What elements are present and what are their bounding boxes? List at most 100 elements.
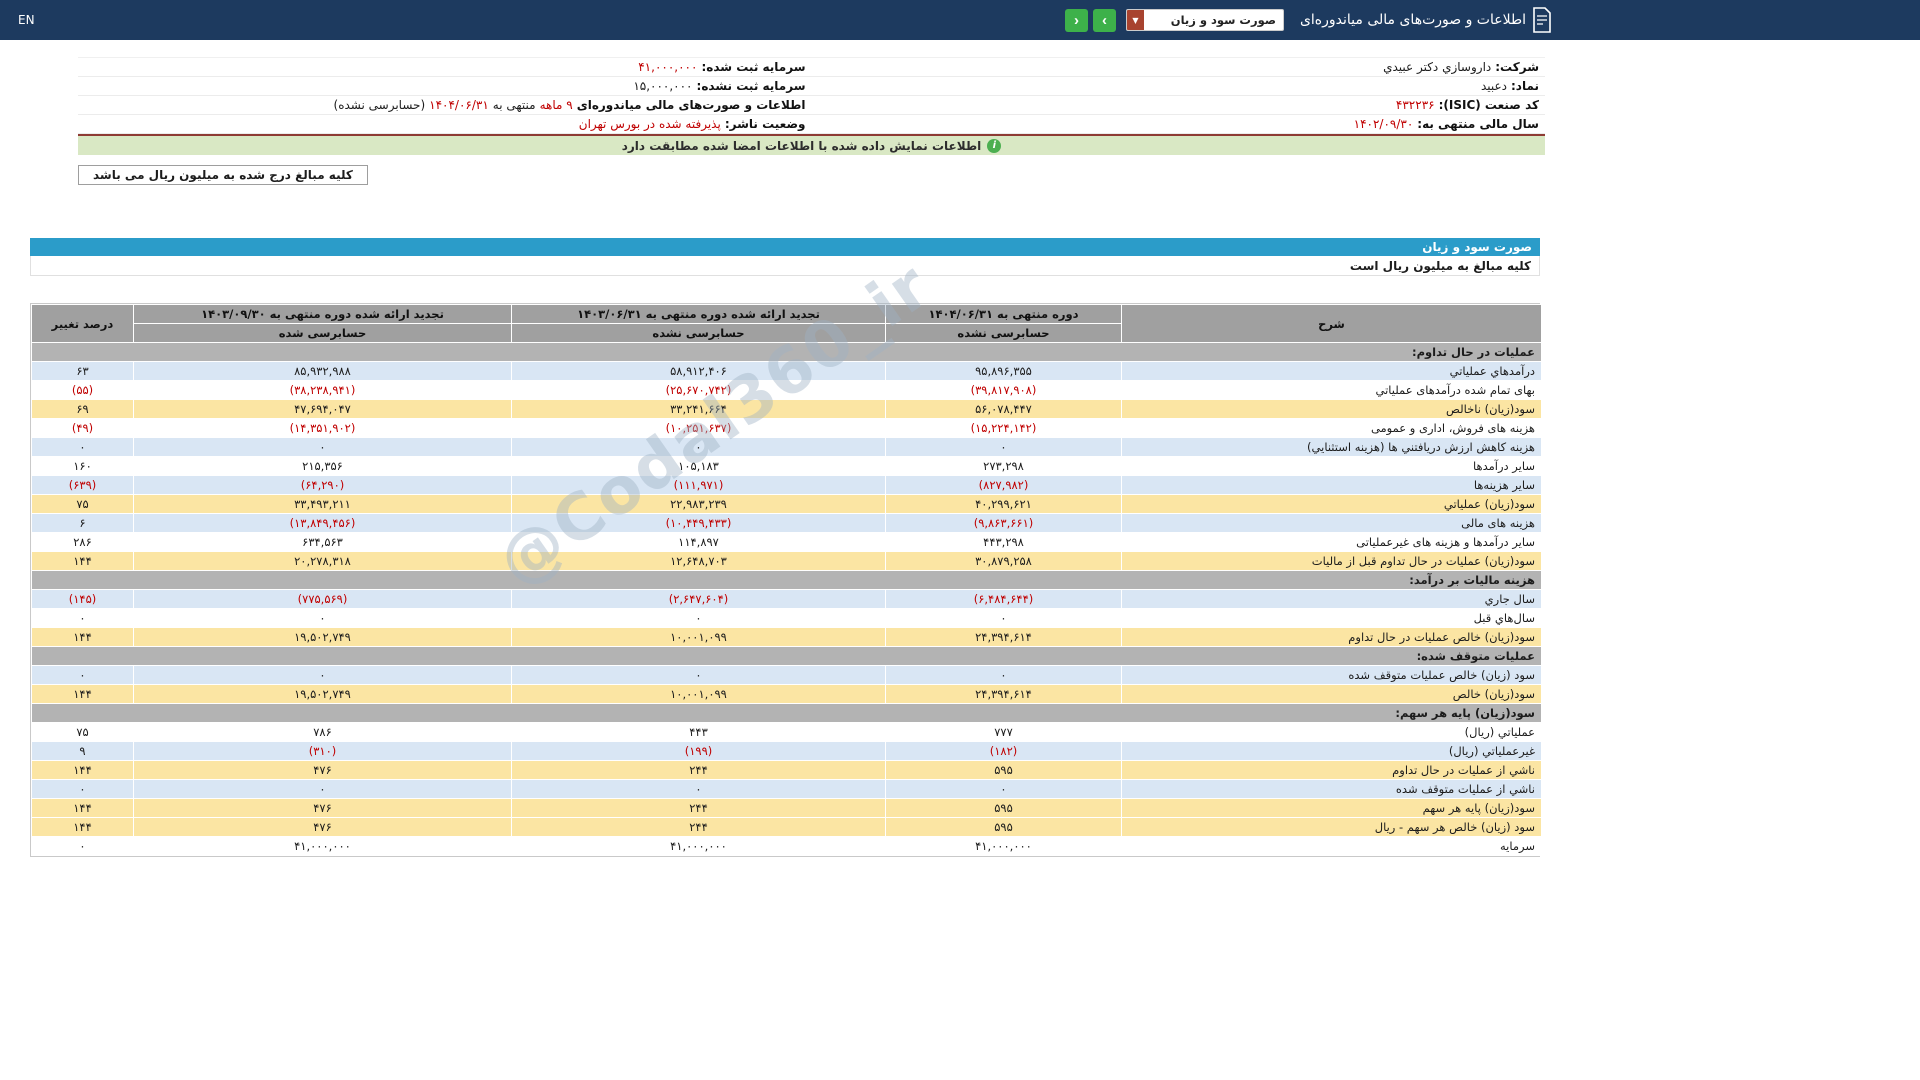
value-cell: ۰	[511, 665, 886, 685]
info-value: پذیرفته شده در بورس تهران	[578, 117, 721, 131]
value-cell: (۵۵)	[31, 380, 134, 400]
amount-unit-note: کلیه مبالغ درج شده به میلیون ریال می باش…	[78, 165, 368, 185]
report-type-select[interactable]: صورت سود و زیان ▼	[1125, 9, 1284, 31]
value-cell: ۵۹۵	[885, 798, 1122, 818]
value-cell: (۱۱۱,۹۷۱)	[511, 475, 886, 495]
info-label: اطلاعات و صورت‌های مالی میاندوره‌ای	[576, 98, 806, 112]
info-row: سرمایه ثبت شده: ۴۱,۰۰۰,۰۰۰	[78, 58, 812, 77]
col-header-period-restated-mid: تجدید ارائه شده دوره منتهی به ۱۴۰۳/۰۶/۳۱	[511, 304, 886, 324]
info-label: کد صنعت (ISIC):	[1438, 98, 1539, 112]
value-cell: ۰	[133, 608, 512, 628]
value-cell: (۱۸۲)	[885, 741, 1122, 761]
value-cell: (۸۲۷,۹۸۲)	[885, 475, 1122, 495]
data-row: سرمايه ۴۱,۰۰۰,۰۰۰ ۴۱,۰۰۰,۰۰۰ ۴۱,۰۰۰,۰۰۰ ۰	[31, 836, 1542, 856]
value-cell: ۰	[511, 608, 886, 628]
value-cell: ۸۵,۹۳۲,۹۸۸	[133, 361, 512, 381]
statement-table: شرح دوره منتهی به ۱۴۰۴/۰۶/۳۱ تجدید ارائه…	[31, 304, 1542, 856]
statement-unit-note: کلیه مبالغ به میلیون ریال است	[30, 256, 1540, 276]
value-cell: ۴۴۳,۲۹۸	[885, 532, 1122, 552]
value-cell: ۱۴۴	[31, 551, 134, 571]
value-cell: ۴۱,۰۰۰,۰۰۰	[511, 836, 886, 856]
data-row: سود(زيان) خالص عمليات در حال تداوم ۲۴,۳۹۴…	[31, 627, 1542, 647]
row-label-cell: غيرعملياتي (ريال)	[1121, 741, 1542, 761]
row-label-cell: سال‌هاي قبل	[1121, 608, 1542, 628]
report-document-icon	[1532, 7, 1552, 33]
value-cell: ۰	[31, 665, 134, 685]
value-cell: (۱۴,۳۵۱,۹۰۲)	[133, 418, 512, 438]
value-cell: ۳۰,۸۷۹,۲۵۸	[885, 551, 1122, 571]
row-label-cell: سود(زيان) ناخالص	[1121, 399, 1542, 419]
value-cell: ۰	[885, 608, 1122, 628]
info-row: سرمایه ثبت نشده: ۱۵,۰۰۰,۰۰۰	[78, 77, 812, 96]
value-cell: ۱۹,۵۰۲,۷۴۹	[133, 684, 512, 704]
value-cell: ۲۲,۹۸۳,۲۳۹	[511, 494, 886, 514]
info-value: منتهی به	[492, 98, 536, 112]
info-row: کد صنعت (ISIC): ۴۳۲۲۳۶	[811, 96, 1545, 115]
value-cell: ۴۱,۰۰۰,۰۰۰	[885, 836, 1122, 856]
row-label-cell: ساير درآمدها	[1121, 456, 1542, 476]
row-label-cell: هزينه کاهش ارزش دريافتني ها (هزينه استثن…	[1121, 437, 1542, 457]
section-row: هزينه ماليات بر درآمد:	[31, 570, 1542, 590]
data-row: ناشي از عمليات در حال تداوم ۵۹۵ ۲۴۴ ۴۷۶ ۱۴۴	[31, 760, 1542, 780]
value-cell: ۴۷۶	[133, 798, 512, 818]
top-navbar: اطلاعات و صورت‌های مالی میاندوره‌ای صورت…	[0, 0, 1920, 40]
value-cell: ۱۹,۵۰۲,۷۴۹	[133, 627, 512, 647]
row-label-cell: ساير هزينه‌ها	[1121, 475, 1542, 495]
section-label: عملیات در حال تداوم:	[31, 342, 1542, 362]
data-row: سود(زيان) خالص ۲۴,۳۹۴,۶۱۴ ۱۰,۰۰۱,۰۹۹ ۱۹,۵۰۲…	[31, 684, 1542, 704]
row-label-cell: سود(زيان) خالص	[1121, 684, 1542, 704]
data-row: سود (زيان) خالص عمليات متوقف شده ۰ ۰ ۰ ۰	[31, 665, 1542, 685]
data-row: سود(زيان) ناخالص ۵۶,۰۷۸,۴۴۷ ۳۳,۲۴۱,۶۶۴ ۴۷,۶…	[31, 399, 1542, 419]
value-cell: ۰	[133, 665, 512, 685]
value-cell: (۷۷۵,۵۶۹)	[133, 589, 512, 609]
report-type-value: صورت سود و زیان	[1170, 13, 1276, 27]
info-label: سال مالی منتهی به:	[1417, 117, 1539, 131]
row-label-cell: سود (زيان) خالص هر سهم - ريال	[1121, 817, 1542, 837]
value-cell: ۱۴۴	[31, 817, 134, 837]
col-subheader-audit-current: حسابرسی نشده	[885, 323, 1122, 343]
data-row: ناشي از عمليات متوقف شده ۰ ۰ ۰ ۰	[31, 779, 1542, 799]
row-label-cell: سرمايه	[1121, 836, 1542, 856]
info-label: شرکت:	[1495, 60, 1539, 74]
value-cell: ۰	[133, 437, 512, 457]
value-cell: (۲۵,۶۷۰,۷۴۲)	[511, 380, 886, 400]
value-cell: (۱۴۵)	[31, 589, 134, 609]
value-cell: (۱۵,۲۲۴,۱۴۲)	[885, 418, 1122, 438]
value-cell: ۲۴۴	[511, 817, 886, 837]
info-value: (حسابرسی نشده)	[333, 98, 426, 112]
chevron-down-icon: ▼	[1126, 10, 1144, 30]
value-cell: ۳۳,۲۴۱,۶۶۴	[511, 399, 886, 419]
data-row: درآمدهاي عملياتي ۹۵,۸۹۶,۳۵۵ ۵۸,۹۱۲,۴۰۶ ۸۵,۹…	[31, 361, 1542, 381]
value-cell: ۱۱۴,۸۹۷	[511, 532, 886, 552]
info-label: وضعیت ناشر:	[724, 117, 806, 131]
value-cell: ۰	[885, 665, 1122, 685]
info-row: سال مالی منتهی به: ۱۴۰۲/۰۹/۳۰	[811, 115, 1545, 134]
data-row: سود(زيان) پايه هر سهم ۵۹۵ ۲۴۴ ۴۷۶ ۱۴۴	[31, 798, 1542, 818]
value-cell: (۱۹۹)	[511, 741, 886, 761]
value-cell: (۱۳,۸۴۹,۴۵۶)	[133, 513, 512, 533]
prev-report-button[interactable]: ‹	[1064, 8, 1088, 32]
value-cell: ۴۱,۰۰۰,۰۰۰	[133, 836, 512, 856]
next-report-button[interactable]: ›	[1092, 8, 1116, 32]
value-cell: ۲۱۵,۳۵۶	[133, 456, 512, 476]
row-label-cell: بهاى تمام شده درآمدهاى عملياتي	[1121, 380, 1542, 400]
data-row: ساير درآمدها ۲۷۳,۲۹۸ ۱۰۵,۱۸۳ ۲۱۵,۳۵۶ ۱۶۰	[31, 456, 1542, 476]
value-cell: ۶۹	[31, 399, 134, 419]
data-row: سود(زيان) عمليات در حال تداوم قبل از مال…	[31, 551, 1542, 571]
value-cell: ۰	[31, 437, 134, 457]
info-value: ۱۴۰۴/۰۶/۳۱	[429, 98, 489, 112]
value-cell: ۲۴۴	[511, 798, 886, 818]
statement-title-bar: صورت سود و زیان	[30, 238, 1540, 256]
statement-table-head: شرح دوره منتهی به ۱۴۰۴/۰۶/۳۱ تجدید ارائه…	[31, 304, 1542, 343]
value-cell: ۱۴۴	[31, 627, 134, 647]
value-cell: ۲۸۶	[31, 532, 134, 552]
row-label-cell: سود(زيان) عمليات در حال تداوم قبل از مال…	[1121, 551, 1542, 571]
signed-data-banner-text: اطلاعات نمایش داده شده با اطلاعات امضا ش…	[621, 138, 982, 153]
value-cell: ۰	[885, 437, 1122, 457]
info-value: ۴۳۲۲۳۶	[1395, 98, 1435, 112]
language-toggle[interactable]: EN	[18, 13, 35, 27]
row-label-cell: هزينه هاى مالى	[1121, 513, 1542, 533]
value-cell: ۱۰,۰۰۱,۰۹۹	[511, 684, 886, 704]
value-cell: (۳۹,۸۱۷,۹۰۸)	[885, 380, 1122, 400]
section-label: هزينه ماليات بر درآمد:	[31, 570, 1542, 590]
